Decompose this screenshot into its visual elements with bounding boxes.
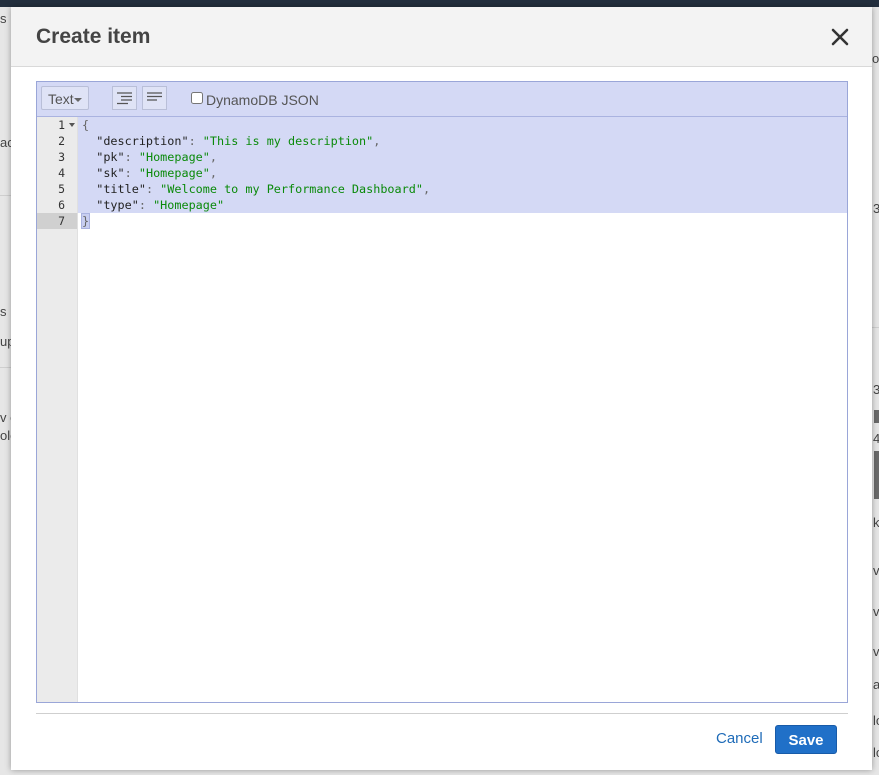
background-dark-block (874, 451, 879, 499)
json-key: "pk" (96, 150, 125, 164)
line-number: 1 (58, 118, 65, 132)
create-item-dialog: Create item Text DynamoDB JSON 1 2 3 4 5… (11, 7, 872, 770)
dynamodb-json-checkbox[interactable] (191, 92, 203, 104)
fold-arrow-icon[interactable] (69, 123, 75, 127)
json-value: "Homepage" (138, 150, 210, 164)
line-number: 4 (58, 166, 65, 180)
json-value: "This is my description" (202, 134, 374, 148)
background-text: 3 (873, 382, 879, 397)
code-line: "sk": "Homepage", (96, 166, 217, 180)
background-text: s (0, 11, 7, 26)
background-top-bar (0, 0, 879, 7)
background-text: v (873, 604, 879, 619)
json-key: "type" (96, 198, 139, 212)
line-number: 5 (58, 182, 65, 196)
background-divider (872, 327, 879, 328)
background-text: 3 (873, 201, 879, 216)
dynamodb-json-label: DynamoDB JSON (206, 92, 319, 108)
code-brace: { (82, 118, 90, 132)
json-editor: Text DynamoDB JSON 1 2 3 4 5 6 7 {"desc… (36, 81, 848, 703)
code-brace: } (80, 213, 91, 229)
line-number: 2 (58, 134, 65, 148)
json-value: "Homepage" (138, 166, 210, 180)
background-text: o (872, 51, 879, 66)
background-text: v (873, 644, 879, 659)
compact-code-button[interactable] (142, 86, 167, 110)
dialog-header: Create item (11, 7, 872, 67)
background-divider (0, 367, 11, 368)
background-text: 4 (873, 431, 879, 446)
json-key: "description" (96, 134, 189, 148)
close-icon (831, 28, 849, 46)
close-button[interactable] (828, 25, 852, 49)
cancel-button[interactable]: Cancel (716, 730, 763, 747)
background-text: lo (873, 745, 879, 760)
background-text: s (0, 304, 7, 319)
background-text: lo (873, 713, 879, 728)
save-button[interactable]: Save (775, 725, 837, 754)
code-line: "title": "Welcome to my Performance Dash… (96, 182, 431, 196)
editor-toolbar: Text DynamoDB JSON (37, 82, 847, 117)
mode-select[interactable]: Text (41, 86, 89, 110)
json-value: "Homepage" (153, 198, 225, 212)
dialog-title: Create item (36, 25, 151, 48)
code-line: } (80, 213, 91, 229)
code-line: "type": "Homepage" (96, 198, 225, 212)
background-text: a (873, 677, 879, 692)
background-text: k (873, 515, 879, 530)
code-line: "description": "This is my description", (96, 134, 381, 148)
format-code-icon (117, 92, 132, 105)
background-dark-block (874, 410, 879, 423)
chevron-down-icon (74, 98, 82, 102)
footer-divider (36, 713, 848, 714)
code-line: { (82, 117, 89, 133)
format-code-button[interactable] (112, 86, 137, 110)
code-line: "pk": "Homepage", (96, 150, 217, 164)
line-number: 3 (58, 150, 65, 164)
compact-code-icon (147, 92, 162, 101)
json-key: "sk" (96, 166, 125, 180)
json-value: "Welcome to my Performance Dashboard" (160, 182, 423, 196)
background-divider (0, 195, 11, 196)
json-key: "title" (96, 182, 146, 196)
line-number-active: 7 (37, 213, 77, 229)
mode-select-value: Text (48, 91, 74, 107)
background-text: v (873, 563, 879, 578)
line-number: 6 (58, 198, 65, 212)
